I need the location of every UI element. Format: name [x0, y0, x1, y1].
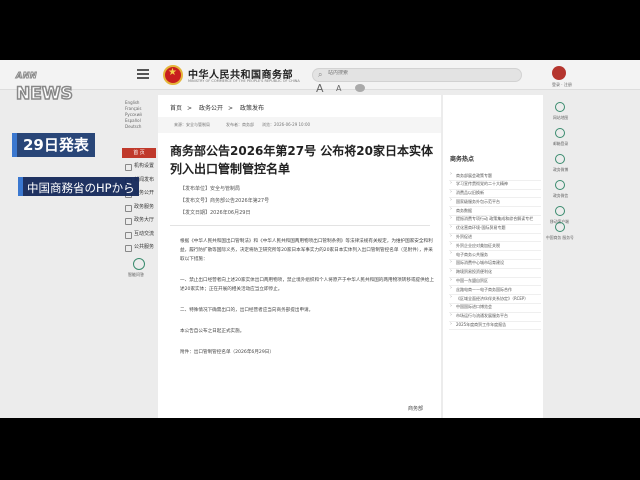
- smart-qa-icon[interactable]: [133, 258, 145, 270]
- sitemap-icon[interactable]: [555, 102, 565, 112]
- sidebar-home-button[interactable]: 首 页: [122, 148, 156, 158]
- hot-topic-item[interactable]: 商务部展会政策专题: [449, 172, 541, 181]
- hot-topic-item[interactable]: 学习宣传贯彻党的二十大精神: [449, 181, 541, 190]
- service-account-icon[interactable]: [555, 222, 565, 232]
- font-small-button[interactable]: A: [336, 84, 341, 93]
- hot-topic-item[interactable]: 优化营商环境-国际贸易专题: [449, 225, 541, 234]
- language-list: English Français Русский Español Deutsch: [125, 100, 142, 130]
- browser-screen: 中华人民共和国商务部 MINISTRY OF COMMERCE OF THE P…: [0, 60, 640, 418]
- hot-topic-item[interactable]: 跨境贸易投资便利化: [449, 269, 541, 278]
- info-line: 【发布单位】安全与管制局: [180, 186, 241, 192]
- smart-qa-label[interactable]: 智能问答: [128, 272, 144, 278]
- article-info: 【发布单位】安全与管制局 【发布文号】商务部公告2026年第27号 【发文日期】…: [180, 183, 269, 219]
- mobile-app-icon[interactable]: [555, 206, 565, 216]
- hot-topic-item[interactable]: 消费品以旧换新: [449, 190, 541, 199]
- hot-topic-item[interactable]: 2025年度商贸工作年度报告: [449, 322, 541, 331]
- caption-date: 29日発表: [17, 133, 95, 157]
- attachment-link[interactable]: 附件：出口管制管控名单（2026年6月29日）: [180, 348, 435, 357]
- login-link[interactable]: 登录 · 注册: [552, 82, 572, 88]
- article-body: 根据《中华人民共和国出口管制法》和《中华人民共和国两用物项出口管制条例》等法律法…: [180, 237, 435, 357]
- sidebar-item[interactable]: 政务服务: [122, 201, 156, 215]
- hot-topic-item[interactable]: 国际消费中心城市培育建设: [449, 260, 541, 269]
- right-link[interactable]: 邮箱登录: [553, 141, 568, 147]
- breadcrumb-item[interactable]: 政务公开: [199, 105, 223, 112]
- article-source: 来源：安全与管制局 发布者：商务部 浏览：2026-06-29 10:00: [174, 122, 311, 127]
- logo-top-text: ANN: [15, 71, 38, 81]
- signature: 商务部: [408, 406, 424, 412]
- paragraph: 一、禁止出口经营者向上述20家实体出口两用物项，禁止境外组织和个人将原产于中华人…: [180, 278, 434, 292]
- sidebar-item[interactable]: 公共服务: [122, 241, 156, 255]
- breadcrumb: 首页 > 政务公开 > 政策发布: [170, 105, 264, 112]
- hot-topic-item[interactable]: 中国国际进口博览会: [449, 304, 541, 313]
- paragraph: 根据《中华人民共和国出口管制法》和《中华人民共和国两用物项出口管制条例》等法律法…: [180, 239, 433, 262]
- info-line: 【发布文号】商务部公告2026年第27号: [180, 198, 270, 204]
- right-link[interactable]: 政务微博: [553, 167, 568, 173]
- user-avatar-icon[interactable]: [552, 66, 566, 80]
- wechat-icon[interactable]: [555, 180, 565, 190]
- hot-topic-item[interactable]: 国家级服务外包示范平台: [449, 198, 541, 208]
- breadcrumb-item[interactable]: 首页: [170, 105, 182, 112]
- hot-topic-item[interactable]: 电子商务公共服务: [449, 251, 541, 260]
- hot-topic-item[interactable]: 丝路电商——电子商务国际合作: [449, 286, 541, 296]
- hot-topic-item[interactable]: 外贸促进: [449, 234, 541, 243]
- national-emblem-logo: [163, 65, 183, 85]
- hot-topic-item[interactable]: 外贸企业应对美加征关税: [449, 242, 541, 252]
- sidebar-nav: 机构设置 新闻发布 政务公开 政务服务 政务大厅 互动交流 公共服务: [122, 160, 156, 255]
- menu-icon[interactable]: [137, 69, 149, 79]
- search-icon[interactable]: ⌕: [318, 70, 322, 80]
- font-large-button[interactable]: A: [316, 82, 324, 95]
- hot-topic-item[interactable]: 市场运行与流通发展服务平台: [449, 313, 541, 322]
- sidebar-item[interactable]: 互动交流: [122, 228, 156, 242]
- info-line: 【发文日期】2026年06月29日: [180, 210, 251, 216]
- hot-topic-item[interactable]: 《区域全面经济伙伴关系协定》（RCEP）: [449, 295, 541, 304]
- caption-source: 中国商務省のHPから: [23, 177, 139, 196]
- hot-topic-item[interactable]: 提振消费专项行动 政策集成和综合解读专栏: [449, 216, 541, 225]
- mail-icon[interactable]: [555, 128, 565, 138]
- paragraph: 二、特殊情况下确需出口的，出口经营者应当向商务部提出申请。: [180, 308, 314, 313]
- hot-topic-item[interactable]: 中国一东盟自贸区: [449, 278, 541, 287]
- breadcrumb-item[interactable]: 政策发布: [240, 105, 264, 112]
- site-name-en: MINISTRY OF COMMERCE OF THE PEOPLE'S REP…: [188, 79, 300, 83]
- wechat-share-icon[interactable]: [355, 84, 365, 92]
- right-link[interactable]: 网站地图: [553, 115, 568, 121]
- search-input[interactable]: [328, 70, 478, 76]
- right-link[interactable]: 政务微信: [553, 193, 568, 199]
- language-link[interactable]: Deutsch: [125, 124, 142, 130]
- caption-date-text: 29日発表: [23, 136, 89, 154]
- hot-topic-item[interactable]: 商务数据: [449, 207, 541, 216]
- paragraph: 本公告自公布之日起正式实施。: [180, 329, 245, 334]
- divider: [170, 225, 430, 226]
- hot-topics-title: 商务热点: [450, 156, 475, 163]
- ann-news-logo: ANN NEWS: [15, 71, 73, 107]
- sidebar-item[interactable]: 机构设置: [122, 160, 156, 174]
- sidebar-item[interactable]: 政务大厅: [122, 214, 156, 228]
- caption-source-text: 中国商務省のHPから: [27, 181, 135, 195]
- article-card: 首页 > 政务公开 > 政策发布 来源：安全与管制局 发布者：商务部 浏览：2026…: [158, 95, 441, 418]
- right-link[interactable]: 中国商务 服务号: [546, 235, 574, 241]
- video-frame: 中华人民共和国商务部 MINISTRY OF COMMERCE OF THE P…: [0, 0, 640, 480]
- weibo-icon[interactable]: [555, 154, 565, 164]
- article-title: 商务部公告2026年第27号 公布将20家日本实体列入出口管制管控名单: [170, 144, 433, 176]
- hot-topics-list: 商务部展会政策专题 学习宣传贯彻党的二十大精神 消费品以旧换新 国家级服务外包示…: [449, 172, 541, 331]
- logo-bottom-text: NEWS: [15, 83, 73, 105]
